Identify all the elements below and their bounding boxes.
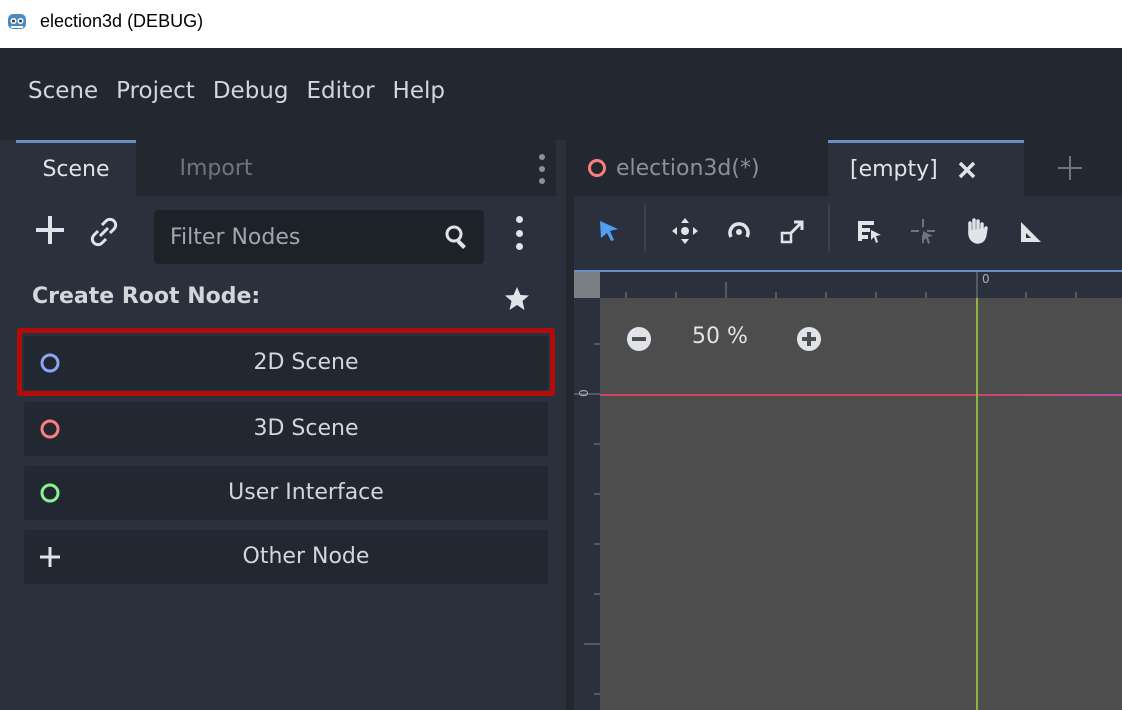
scale-tool-icon[interactable]	[778, 216, 808, 246]
zoom-level-label[interactable]: 50 %	[692, 324, 748, 349]
node-label: User Interface	[228, 480, 384, 505]
dock-tab-bar: Scene Import	[16, 140, 556, 196]
x-axis-line	[600, 394, 1122, 396]
select-tool-icon[interactable]	[594, 216, 624, 246]
node-label: 3D Scene	[253, 416, 359, 441]
menu-bar: Scene Project Debug Editor Help	[0, 48, 1122, 140]
create-3d-scene-button[interactable]: 3D Scene	[24, 402, 548, 456]
menu-project[interactable]: Project	[116, 80, 213, 103]
tab-scene[interactable]: Scene	[16, 140, 136, 196]
main-editor: election3d(*) [empty] 0 0 50 %	[566, 140, 1122, 710]
add-node-button[interactable]	[30, 210, 70, 250]
3d-node-icon	[588, 159, 606, 177]
y-axis-line	[976, 298, 978, 710]
zoom-in-icon[interactable]	[796, 326, 822, 352]
move-tool-icon[interactable]	[670, 216, 700, 246]
viewport-toolbar	[574, 196, 1122, 270]
ruler-tool-icon[interactable]	[1016, 216, 1046, 246]
rotate-tool-icon[interactable]	[724, 216, 754, 246]
ruler-zero-label: 0	[982, 272, 990, 286]
3d-node-icon	[40, 419, 60, 439]
ruler-corner	[574, 272, 600, 298]
horizontal-ruler[interactable]	[574, 272, 1122, 298]
node-label: 2D Scene	[253, 350, 359, 375]
canvas-viewport[interactable]: 0 0 50 %	[574, 270, 1122, 710]
scene-toolbar	[16, 202, 556, 264]
2d-node-icon	[40, 353, 60, 373]
list-select-icon[interactable]	[854, 216, 884, 246]
toolbar-separator	[644, 204, 646, 252]
filter-nodes-input[interactable]	[170, 210, 430, 264]
close-icon[interactable]	[956, 159, 978, 181]
favorites-star-icon[interactable]	[502, 284, 532, 314]
search-icon	[445, 225, 466, 249]
create-root-label: Create Root Node:	[32, 284, 261, 309]
pivot-tool-icon[interactable]	[908, 216, 938, 246]
toolbar-separator	[828, 204, 830, 252]
scene-tab-label: [empty]	[850, 157, 938, 182]
vertical-ruler[interactable]	[574, 298, 600, 710]
menu-editor[interactable]: Editor	[306, 80, 392, 103]
node-label: Other Node	[242, 544, 370, 569]
dock-menu-icon[interactable]	[538, 154, 546, 184]
window-title: election3d (DEBUG)	[40, 10, 204, 31]
instance-scene-icon[interactable]	[86, 214, 122, 250]
menu-help[interactable]: Help	[393, 80, 463, 103]
window-titlebar: election3d (DEBUG)	[0, 0, 1122, 48]
scene-tab-bar: election3d(*) [empty]	[574, 140, 1122, 196]
filter-nodes-field[interactable]	[154, 210, 484, 264]
control-node-icon	[40, 483, 60, 503]
add-tab-icon[interactable]	[1050, 148, 1090, 188]
ruler-zero-label-vertical: 0	[576, 389, 591, 397]
main-menu: Scene Project Debug Editor Help	[28, 80, 463, 103]
pan-tool-icon[interactable]	[962, 216, 992, 246]
create-other-node-button[interactable]: Other Node	[24, 530, 548, 584]
menu-debug[interactable]: Debug	[213, 80, 307, 103]
scene-dock: Scene Import Create Root Node: 2D Sc	[0, 140, 566, 710]
scene-tab-empty[interactable]: [empty]	[828, 140, 1024, 196]
scene-tab-election3d[interactable]: election3d(*)	[586, 140, 826, 196]
add-icon	[40, 547, 60, 567]
add-icon	[36, 216, 64, 244]
create-user-interface-button[interactable]: User Interface	[24, 466, 548, 520]
tab-import[interactable]: Import	[156, 140, 276, 196]
scene-options-icon[interactable]	[514, 216, 524, 250]
create-2d-scene-button[interactable]: 2D Scene	[24, 336, 548, 390]
zoom-out-icon[interactable]	[626, 326, 652, 352]
godot-app-icon	[8, 14, 26, 29]
scene-tab-label: election3d(*)	[616, 155, 760, 181]
menu-scene[interactable]: Scene	[28, 80, 116, 103]
